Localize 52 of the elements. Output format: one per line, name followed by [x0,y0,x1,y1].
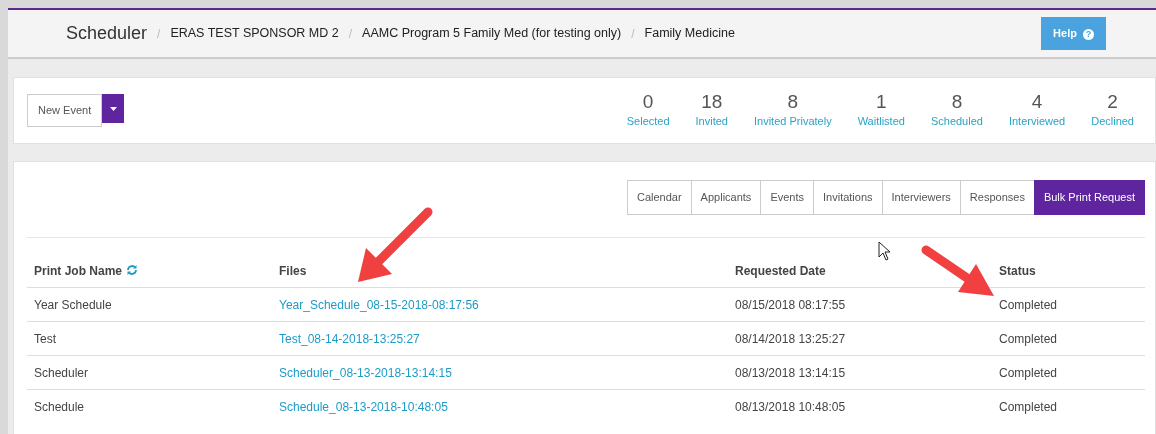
table-cell: Completed [992,321,1145,355]
breadcrumb-separator: / [631,25,635,43]
table-cell: Schedule [27,389,272,423]
table-cell: Completed [992,287,1145,321]
table-cell: 08/14/2018 13:25:27 [728,321,992,355]
stat-link[interactable]: Declined [1091,113,1134,130]
stat-count: 8 [786,91,800,114]
stat-count: 2 [1106,91,1119,114]
breadcrumb-separator: / [157,25,161,43]
breadcrumb-item[interactable]: ERAS TEST SPONSOR MD 2 [170,24,339,43]
file-link[interactable]: Year_Schedule_08-15-2018-08:17:56 [279,297,479,312]
breadcrumb-separator: / [348,25,353,43]
stat-link[interactable]: Scheduled [930,113,983,130]
tab[interactable]: Responses [959,180,1035,215]
stat-count: 4 [1030,91,1044,114]
file-link[interactable]: Schedule_08-13-2018-10:48:05 [279,399,448,414]
breadcrumb-item[interactable]: Family Medicine [644,24,735,43]
table-cell: 08/13/2018 10:48:05 [728,389,992,423]
stat-link[interactable]: Interviewed [1008,113,1066,130]
stat-count: 8 [950,91,964,114]
table-cell: Year Schedule [27,287,272,321]
stat-count: 0 [641,91,655,114]
table-cell: 08/13/2018 13:14:15 [728,355,992,389]
stat-count: 1 [875,91,888,114]
help-button[interactable]: Help ? [1041,17,1106,50]
tab[interactable]: Events [760,180,814,215]
cursor-icon [878,241,891,261]
file-link[interactable]: Test_08-14-2018-13:25:27 [279,331,420,346]
stat-link[interactable]: Waitlisted [857,113,905,130]
caret-icon [109,106,117,111]
stat-link[interactable]: Invited [695,113,728,130]
file-link[interactable]: Scheduler_08-13-2018-13:14:15 [279,365,452,380]
table-cell: Completed [992,389,1145,423]
column-header: Print Job Name [34,263,123,278]
column-header: Status [992,253,1145,287]
help-icon: ? [1083,29,1094,41]
tab[interactable]: Applicants [690,180,762,215]
new-event-button[interactable]: New Event [27,94,103,127]
tab[interactable]: Calendar [626,180,692,215]
dropdown-toggle-button[interactable] [102,94,125,124]
stat-link[interactable]: Invited Privately [754,113,832,130]
stat-link[interactable]: Selected [626,113,670,130]
page-title: Scheduler [66,22,148,45]
tab[interactable]: Interviewers [881,180,961,215]
stat-count: 18 [700,91,724,114]
table-cell: Test [27,321,272,355]
breadcrumb-item[interactable]: AAMC Program 5 Family Med (for testing only) [362,24,622,43]
tab[interactable]: Invitations [813,180,883,215]
tab[interactable]: Bulk Print Request [1033,180,1145,215]
table-cell: Scheduler [27,355,272,389]
refresh-icon[interactable] [126,263,139,276]
table-cell: Completed [992,355,1145,389]
